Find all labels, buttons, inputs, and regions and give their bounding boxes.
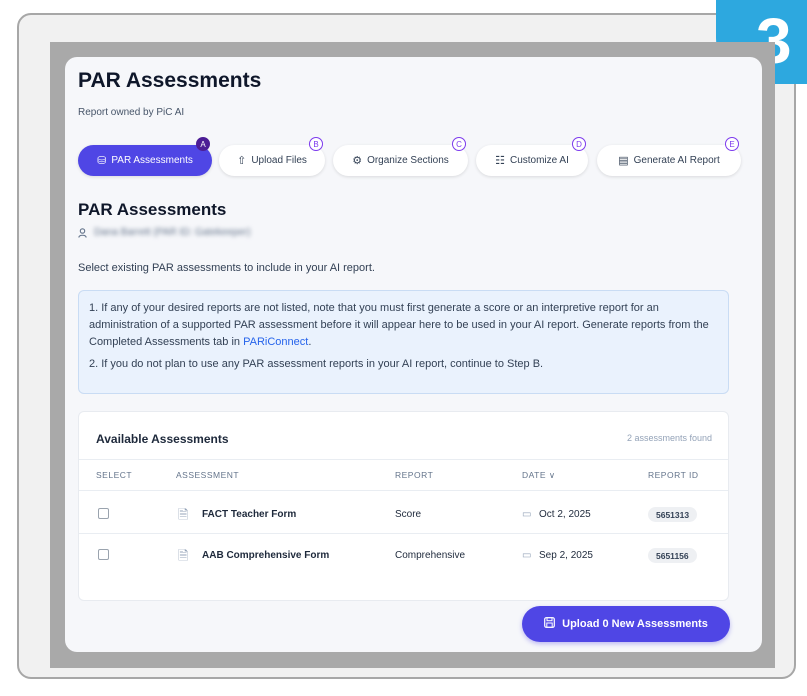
tab-organize-sections[interactable]: ⚙ Organize Sections C (333, 137, 468, 176)
step-letter-a: A (196, 137, 210, 151)
report-id-badge-1: 5651313 (648, 507, 698, 522)
table-title: Available Assessments (96, 432, 229, 446)
assessment-name-1: FACT Teacher Form (202, 509, 297, 520)
tab-upload-files[interactable]: ⇧ Upload Files B (219, 137, 325, 176)
report-icon: ▤ (618, 155, 629, 167)
column-report-id: REPORT ID (648, 470, 699, 480)
sliders-icon: ☷ (495, 155, 505, 167)
date-2: Sep 2, 2025 (539, 550, 593, 561)
upload-icon: ⇧ (237, 155, 247, 167)
info-line-1: 1. If any of your desired reports are no… (89, 302, 709, 348)
calendar-icon: ▭ (522, 550, 532, 561)
section-title: PAR Assessments (78, 200, 227, 219)
step-letter-d: D (572, 137, 586, 151)
user-name: Dana Barrett (PAR ID: Gatekeeper) (94, 227, 251, 238)
assessments-table: Available Assessments 2 assessments foun… (78, 411, 729, 601)
tab-customize-ai[interactable]: ☷ Customize AI D (476, 137, 588, 176)
report-id-badge-2: 5651156 (648, 548, 697, 563)
row-checkbox-1[interactable] (98, 508, 109, 519)
app-window: PAR Assessments Report owned by PiC AI ⛁… (65, 57, 762, 652)
tab-par-assessments[interactable]: ⛁ PAR Assessments A (78, 137, 212, 176)
step-letter-e: E (725, 137, 739, 151)
tab-generate-ai-report[interactable]: ▤ Generate AI Report E (597, 137, 741, 176)
assessment-count: 2 assessments found (626, 433, 712, 443)
user-icon (78, 227, 87, 238)
report-type-2: Comprehensive (395, 550, 466, 561)
database-icon: ⛁ (97, 155, 107, 167)
date-1: Oct 2, 2025 (539, 509, 591, 520)
assessment-name-2: AAB Comprehensive Form (202, 550, 330, 561)
column-assessment: ASSESSMENT (176, 470, 240, 480)
step-letter-c: C (452, 137, 466, 151)
row-divider (79, 533, 728, 534)
user-info: Dana Barrett (PAR ID: Gatekeeper) (78, 227, 251, 238)
step-letter-b: B (309, 137, 323, 151)
gear-icon: ⚙ (352, 155, 363, 167)
column-select: SELECT (96, 470, 133, 480)
upload-assessments-button[interactable]: Upload 0 New Assessments (522, 606, 730, 642)
row-checkbox-2[interactable] (98, 549, 109, 560)
document-icon: 🗎 (178, 548, 189, 563)
info-line-2: 2. If you do not plan to use any PAR ass… (89, 358, 544, 370)
header-divider-bottom (79, 490, 728, 491)
instruction-text: Select existing PAR assessments to inclu… (78, 262, 375, 274)
column-date[interactable]: DATE ∨ (522, 470, 556, 481)
info-box: 1. If any of your desired reports are no… (78, 290, 729, 394)
pariconnect-link[interactable]: PARiConnect (243, 336, 308, 348)
header-divider-top (79, 459, 728, 460)
document-icon: 🗎 (178, 507, 189, 522)
column-report: REPORT (395, 470, 434, 480)
report-type-1: Score (395, 509, 422, 520)
calendar-icon: ▭ (522, 509, 532, 520)
page-title: PAR Assessments (78, 69, 262, 92)
save-icon (544, 617, 556, 631)
report-owner: Report owned by PiC AI (78, 107, 185, 118)
